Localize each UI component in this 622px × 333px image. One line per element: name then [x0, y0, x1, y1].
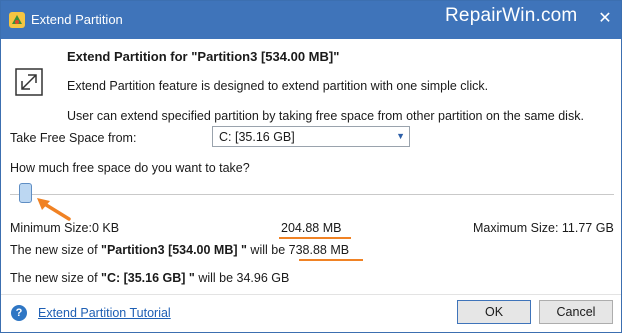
- drive-name: "C: [35.16 GB] ": [101, 271, 195, 285]
- source-partition-value: C: [35.16 GB]: [219, 130, 295, 144]
- minimum-size-label: Minimum Size:0 KB: [10, 221, 120, 235]
- cancel-button[interactable]: Cancel: [539, 300, 613, 324]
- new-size-underline: [299, 259, 363, 261]
- tutorial-link[interactable]: Extend Partition Tutorial: [38, 306, 171, 320]
- new-size-value: 738.88 MB: [288, 243, 350, 257]
- chevron-down-icon[interactable]: ▼: [396, 131, 405, 141]
- new-size-prefix: The new size of: [10, 243, 102, 257]
- annotation-arrow-icon: [37, 198, 71, 221]
- partition-name: "Partition3 [534.00 MB] ": [101, 243, 247, 257]
- window-title: Extend Partition: [31, 12, 123, 27]
- new-size-middle: will be 34.96 GB: [194, 271, 290, 285]
- selected-size-value: 204.88 MB: [281, 221, 342, 235]
- free-space-slider-track[interactable]: [10, 194, 614, 195]
- footer-divider: [1, 294, 621, 295]
- take-free-space-label: Take Free Space from:: [10, 131, 137, 145]
- title-bar[interactable]: Extend Partition RepairWin.com ✕: [1, 1, 621, 39]
- new-size-partition3: The new size of "Partition3 [534.00 MB] …: [10, 243, 349, 257]
- dialog-heading: Extend Partition for "Partition3 [534.00…: [67, 49, 340, 64]
- new-size-prefix: The new size of: [10, 271, 102, 285]
- maximum-size-label: Maximum Size: 11.77 GB: [473, 221, 614, 235]
- description-line-1: Extend Partition feature is designed to …: [67, 79, 489, 93]
- new-size-drive-c: The new size of "C: [35.16 GB] " will be…: [10, 271, 289, 285]
- watermark: RepairWin.com: [445, 5, 578, 26]
- extend-arrows-icon: [15, 68, 43, 96]
- app-logo-icon: [9, 12, 25, 28]
- close-button[interactable]: ✕: [595, 9, 615, 29]
- extend-partition-dialog: Extend Partition RepairWin.com ✕ Extend …: [0, 0, 622, 333]
- new-size-middle: will be: [246, 243, 289, 257]
- free-space-slider-thumb[interactable]: [19, 183, 32, 203]
- ok-button[interactable]: OK: [457, 300, 531, 324]
- help-icon[interactable]: ?: [11, 305, 27, 321]
- description-line-2: User can extend specified partition by t…: [67, 109, 584, 123]
- selected-size-underline: [279, 237, 351, 239]
- free-space-question: How much free space do you want to take?: [10, 161, 250, 175]
- source-partition-dropdown[interactable]: C: [35.16 GB] ▼: [212, 126, 410, 147]
